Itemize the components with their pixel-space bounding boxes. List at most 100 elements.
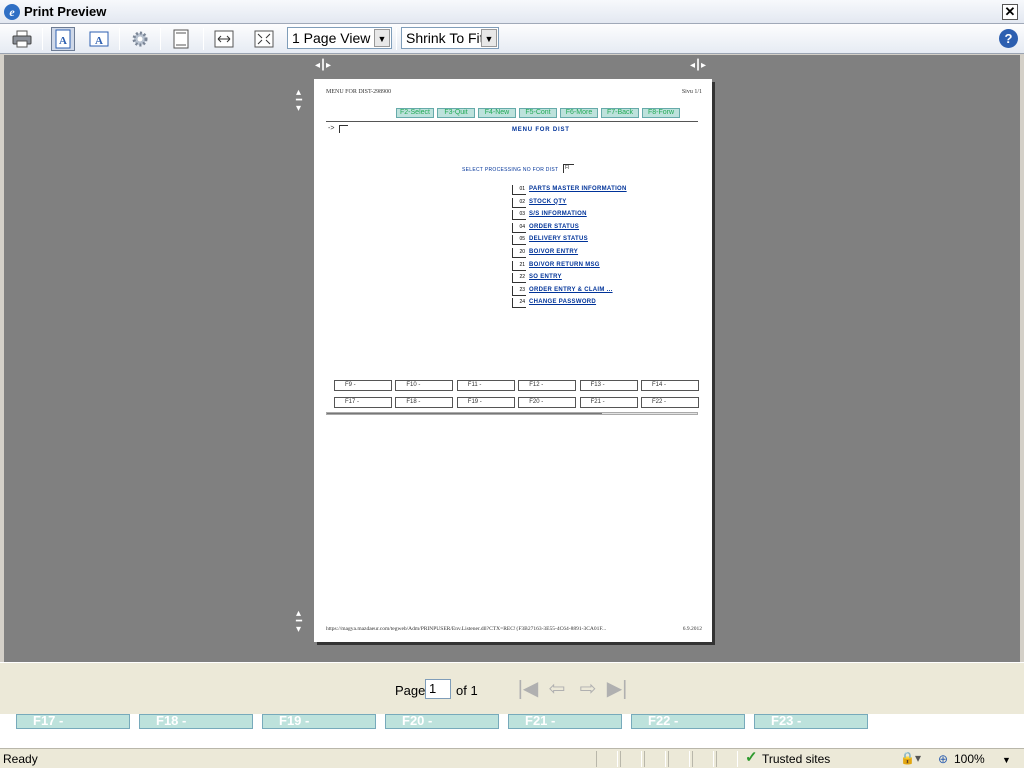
fkey-top-button[interactable]: F6-More (560, 108, 598, 118)
page-footer-url: https://magya.mazdaeur.com/tegweb/Adm/PR… (326, 626, 607, 632)
header-footer-icon (173, 29, 189, 49)
svg-text:A: A (59, 35, 67, 47)
background-fkey: F20 - (385, 714, 499, 729)
menu-item-number: 21 (512, 260, 526, 271)
fkey-top-button[interactable]: F8-Forw (642, 108, 680, 118)
toolbar: A A 1 Page View ▼ Shrink To Fit ▼ ? (0, 24, 1024, 54)
menu-item-number: 03 (512, 210, 526, 221)
menu-title: MENU FOR DIST (512, 127, 570, 133)
full-width-icon (214, 30, 234, 48)
menu-item-link[interactable]: DELIVERY STATUS (529, 236, 588, 242)
full-page-button[interactable] (252, 27, 276, 51)
fkey-bottom-button[interactable]: F12 - (518, 380, 577, 391)
fkey-bottom-button[interactable]: F22 - (641, 397, 699, 408)
full-page-icon (254, 30, 274, 48)
security-zone[interactable]: ✓ Trusted sites (744, 749, 830, 767)
fkey-bottom-button[interactable]: F14 - (641, 380, 699, 391)
full-width-button[interactable] (212, 27, 236, 51)
fkey-bottom-button[interactable]: F13 - (579, 380, 638, 391)
menu-item-number: 04 (512, 222, 526, 233)
background-fkey: F17 - (16, 714, 130, 729)
fkey-top-button[interactable]: F3-Quit (437, 108, 475, 118)
ie-icon: e (4, 4, 20, 20)
menu-item-number: 01 (512, 185, 526, 195)
background-page-strip: F17 - F18 - F19 - F20 - F21 - F22 - F23 - (0, 714, 1024, 748)
status-text: Ready (3, 752, 38, 766)
fit-select[interactable]: Shrink To Fit ▼ (401, 27, 499, 49)
status-bar: Ready ✓ Trusted sites 🔒▾ ⊕ 100% ▼ (0, 748, 1024, 768)
svg-text:A: A (95, 35, 103, 47)
protected-mode-icon[interactable]: 🔒▾ (900, 751, 921, 765)
background-fkey: F22 - (631, 714, 745, 729)
portrait-button[interactable]: A (51, 27, 75, 51)
page-header-right: Sivu 1/1 (681, 89, 702, 95)
menu-item-number: 02 (512, 197, 526, 208)
first-page-icon[interactable]: |◀ (516, 679, 540, 701)
menu-item-link[interactable]: BO/VOR ENTRY (529, 249, 578, 255)
background-fkey: F19 - (262, 714, 376, 729)
menu-item-number: 22 (512, 273, 526, 284)
chevron-down-icon: ▼ (374, 29, 390, 47)
menu-item-link[interactable]: SO ENTRY (529, 274, 562, 280)
close-button[interactable]: ✕ (1002, 4, 1018, 20)
page-count-label: of 1 (456, 683, 478, 698)
fkey-top-button[interactable]: F4-New (478, 108, 516, 118)
portrait-icon: A (55, 29, 71, 49)
background-fkey: F18 - (139, 714, 253, 729)
fkey-top-button[interactable]: F5-Cont (519, 108, 557, 118)
fkey-bottom-button[interactable]: F21 - (579, 397, 638, 408)
select-label: SELECT PROCESSING NO FOR DIST (462, 167, 559, 173)
menu-item-link[interactable]: PARTS MASTER INFORMATION (529, 186, 627, 192)
horizontal-scrollbar[interactable] (326, 412, 698, 415)
fkey-bottom-button[interactable]: F18 - (395, 397, 454, 408)
document-page: MENU FOR DIST-298900 Sivu 1/1 F2-Select F… (314, 79, 712, 642)
page-setup-button[interactable] (128, 27, 152, 51)
background-fkey: F23 - (754, 714, 868, 729)
view-select-value: 1 Page View (292, 30, 371, 46)
fkey-top-button[interactable]: F2-Select (396, 108, 434, 118)
fkey-bottom-button[interactable]: F10 - (395, 380, 454, 391)
previous-page-icon[interactable]: ⇦ (545, 679, 569, 701)
landscape-icon: A (89, 31, 109, 47)
menu-item-link[interactable]: STOCK QTY (529, 199, 567, 205)
bottom-margin-handle[interactable]: ▴ ━ ▾ (296, 609, 302, 635)
select-input[interactable]: FI (563, 164, 574, 173)
help-icon[interactable]: ? (999, 29, 1018, 48)
fkey-bottom-button[interactable]: F9 - (334, 380, 392, 391)
menu-item-number: 23 (512, 285, 526, 296)
arrow-prompt: -> (328, 125, 335, 132)
fkey-bottom-button[interactable]: F20 - (518, 397, 577, 408)
title-bar: e Print Preview ✕ (0, 0, 1024, 24)
zoom-control[interactable]: ⊕ 100% ▼ (938, 751, 1011, 768)
command-input[interactable] (339, 125, 348, 133)
menu-item-link[interactable]: S/S INFORMATION (529, 211, 587, 217)
fkey-bottom-button[interactable]: F19 - (456, 397, 515, 408)
view-select[interactable]: 1 Page View ▼ (287, 27, 392, 49)
top-margin-handle[interactable]: ▴ ━ ▾ (296, 88, 302, 114)
background-fkey: F21 - (508, 714, 622, 729)
fkey-bottom-button[interactable]: F17 - (334, 397, 392, 408)
menu-item-link[interactable]: BO/VOR RETURN MSG (529, 262, 600, 268)
gear-icon (132, 31, 148, 47)
headers-footers-button[interactable] (169, 27, 193, 51)
right-margin-handle[interactable]: ◂┃▸ (690, 61, 706, 71)
window-title: Print Preview (24, 4, 107, 19)
print-button[interactable] (10, 27, 34, 51)
landscape-button[interactable]: A (87, 27, 111, 51)
last-page-icon[interactable]: ▶| (605, 679, 629, 701)
menu-item-number: 05 (512, 235, 526, 246)
fkey-bottom-button[interactable]: F11 - (456, 380, 515, 391)
menu-item-link[interactable]: ORDER ENTRY & CLAIM ... (529, 287, 613, 293)
menu-item-link[interactable]: CHANGE PASSWORD (529, 299, 596, 305)
checkmark-icon: ✓ (745, 749, 758, 766)
printer-icon (12, 30, 32, 48)
page-header-left: MENU FOR DIST-298900 (326, 89, 392, 95)
magnifier-icon: ⊕ (938, 752, 949, 766)
menu-item-link[interactable]: ORDER STATUS (529, 224, 579, 230)
fkey-top-button[interactable]: F7-Back (601, 108, 639, 118)
preview-area: ◂┃▸ ◂┃▸ ▴ ━ ▾ ▴ ━ ▾ MENU FOR DIST-298900 Siv… (4, 55, 1020, 662)
next-page-icon[interactable]: ⇨ (576, 679, 600, 701)
page-number-input[interactable]: 1 (425, 679, 451, 699)
fit-select-value: Shrink To Fit (406, 30, 484, 46)
left-margin-handle[interactable]: ◂┃▸ (315, 61, 331, 71)
